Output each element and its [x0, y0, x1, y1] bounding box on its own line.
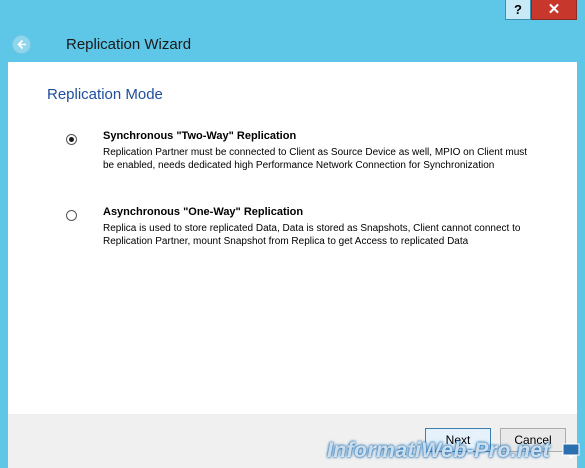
back-arrow-icon [17, 39, 26, 50]
help-button[interactable]: ? [505, 0, 531, 20]
watermark: InformatiWeb-Pro.net [327, 439, 551, 462]
title-bar: Replication Wizard ? ✕ [0, 0, 585, 62]
page-title: Replication Mode [47, 86, 163, 103]
wizard-content: Replication Mode Synchronous "Two-Way" R… [8, 62, 577, 414]
option-title[interactable]: Asynchronous "One-Way" Replication [103, 206, 303, 218]
back-button[interactable] [12, 35, 31, 54]
option-description: Replication Partner must be connected to… [103, 147, 528, 171]
radio-asynchronous[interactable] [66, 210, 77, 221]
monitor-icon [562, 443, 580, 458]
option-description: Replica is used to store replicated Data… [103, 223, 521, 247]
close-button[interactable]: ✕ [531, 0, 577, 20]
window-title: Replication Wizard [66, 36, 192, 53]
option-title[interactable]: Synchronous "Two-Way" Replication [103, 130, 296, 142]
radio-synchronous[interactable] [66, 134, 77, 145]
